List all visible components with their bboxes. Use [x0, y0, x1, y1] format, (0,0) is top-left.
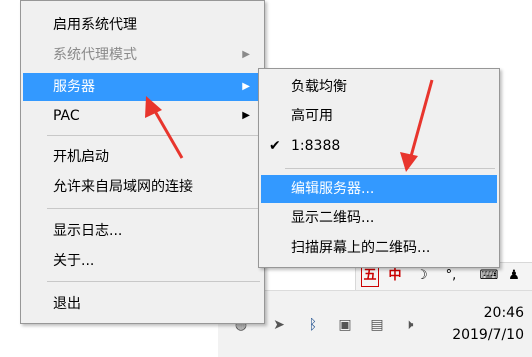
annotation-arrows	[145, 79, 434, 172]
annotation-arrow-servers	[145, 96, 184, 159]
annotation-arrow-edit-servers	[400, 79, 434, 172]
